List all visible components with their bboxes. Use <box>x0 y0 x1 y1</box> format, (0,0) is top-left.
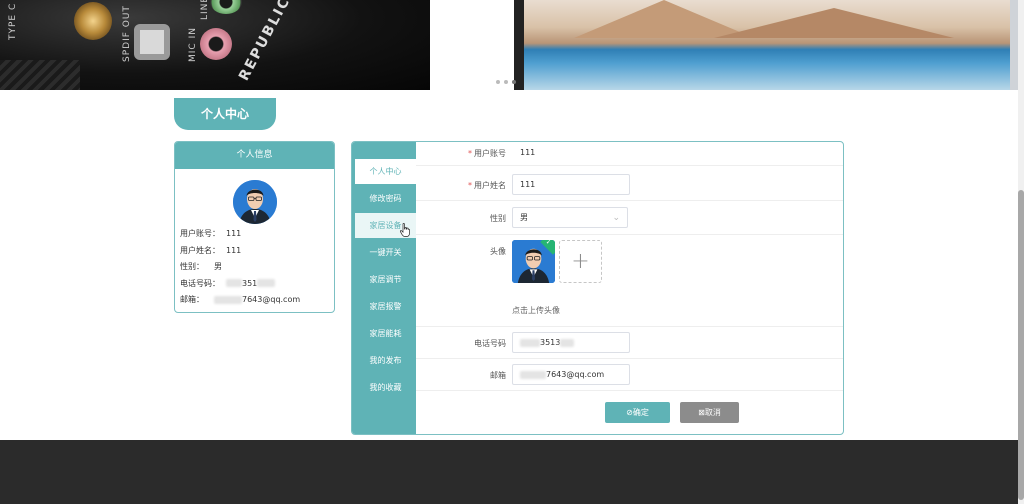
info-row-name: 用户姓名： 111 <box>180 243 330 260</box>
port-label-line: LINE <box>200 0 210 20</box>
name-input[interactable]: 111 <box>512 174 630 195</box>
brand-text: REPUBLIC OF <box>236 0 309 84</box>
info-value: 男 <box>214 262 222 271</box>
check-icon: ✓ <box>545 240 552 246</box>
info-key: 性别： <box>180 262 204 271</box>
carousel-dot-active[interactable] <box>512 80 516 84</box>
avatar-preview[interactable]: ✓ <box>512 240 555 283</box>
upload-button[interactable]: + <box>559 240 602 283</box>
name-label-text: 用户姓名 <box>474 181 506 190</box>
audio-jack-gold <box>74 2 112 40</box>
info-key: 用户姓名： <box>180 245 220 255</box>
email-input[interactable]: 7643@qq.com <box>512 364 630 385</box>
info-key: 用户账号： <box>180 229 220 238</box>
page-scrollbar[interactable] <box>1018 0 1024 504</box>
port-label-typec: TYPE C <box>8 2 18 40</box>
hand-cursor-icon <box>400 223 410 237</box>
divider <box>416 200 843 201</box>
menu-item-energy[interactable]: 家居能耗 <box>355 321 416 346</box>
avatar <box>233 180 277 224</box>
gender-select-value: 男 <box>520 213 528 222</box>
carousel-dot[interactable] <box>496 80 500 84</box>
info-key: 电话号码： <box>180 278 220 288</box>
info-row-account: 用户账号： 111 <box>180 226 330 243</box>
info-key: 邮箱： <box>180 295 204 304</box>
carousel-indicators[interactable] <box>496 80 516 84</box>
divider <box>416 234 843 235</box>
info-card-header: 个人信息 <box>175 142 334 169</box>
carousel-dot[interactable] <box>504 80 508 84</box>
port-label-spdif: SPDIF OUT <box>122 5 132 62</box>
avatar-photo-icon <box>233 180 277 224</box>
menu-item-my-favorites[interactable]: 我的收藏 <box>355 375 416 400</box>
email-input-value: 7643@qq.com <box>546 370 605 379</box>
divider <box>416 390 843 391</box>
page-footer <box>0 440 1018 504</box>
phone-input-value: 3513 <box>540 338 561 347</box>
info-value: 7643@qq.com <box>242 295 301 304</box>
banner-image-motherboard: TYPE C SPDIF OUT MIC IN LINE REPUBLIC OF <box>0 0 430 90</box>
menu-item-personal-center[interactable]: 个人中心 <box>355 159 416 184</box>
redacted-blur <box>520 338 540 347</box>
chevron-down-icon: ⌄ <box>612 213 620 223</box>
audio-jack-pink <box>200 28 232 60</box>
redacted-blur <box>226 279 242 287</box>
side-menu: 个人中心 修改密码 家居设备 一键开关 家居调节 家居报警 家居能耗 我的发布 … <box>352 142 416 434</box>
profile-form: * 用户账号 111 * 用户姓名 111 性别 男 ⌄ 头像 ✓ + 点击上传… <box>416 142 843 434</box>
profile-panel: 个人中心 修改密码 家居设备 一键开关 家居调节 家居报警 家居能耗 我的发布 … <box>351 141 844 435</box>
scrollbar-thumb[interactable] <box>1018 190 1024 500</box>
banner-image-landscape <box>514 0 1018 90</box>
menu-item-my-posts[interactable]: 我的发布 <box>355 348 416 373</box>
plus-icon: + <box>571 249 590 274</box>
info-value: 111 <box>226 245 242 255</box>
name-label: * 用户姓名 <box>416 180 506 191</box>
mountain-shape <box>714 8 954 38</box>
divider <box>416 358 843 359</box>
heatsink-stripes <box>0 60 80 90</box>
redacted-blur <box>560 338 575 347</box>
required-mark: * <box>468 181 472 190</box>
email-label: 邮箱 <box>490 371 506 380</box>
upload-tip: 点击上传头像 <box>512 306 560 315</box>
banner-gap <box>430 0 514 90</box>
menu-item-change-password[interactable]: 修改密码 <box>355 186 416 211</box>
menu-item-one-key-switch[interactable]: 一键开关 <box>355 240 416 265</box>
info-row-phone: 电话号码： 351 <box>180 276 330 293</box>
redacted-blur <box>257 279 276 287</box>
cancel-button[interactable]: ⊠取消 <box>680 402 739 423</box>
divider <box>416 165 843 166</box>
confirm-button[interactable]: ⊘确定 <box>605 402 670 423</box>
info-row-gender: 性别： 男 <box>180 259 330 276</box>
gender-select[interactable]: 男 ⌄ <box>512 207 628 228</box>
port-label-mic: MIC IN <box>188 27 198 62</box>
spdif-port <box>134 24 170 60</box>
phone-input[interactable]: 3513 <box>512 332 630 353</box>
banner-carousel[interactable]: TYPE C SPDIF OUT MIC IN LINE REPUBLIC OF <box>0 0 1018 90</box>
account-value: 111 <box>520 148 536 157</box>
gender-label: 性别 <box>490 214 506 223</box>
redacted-blur <box>520 370 546 379</box>
mountain-shape <box>574 0 754 38</box>
info-rows: 用户账号： 111 用户姓名： 111 性别： 男 电话号码： 351 邮箱： 7643@… <box>180 226 330 309</box>
required-mark: * <box>468 149 472 158</box>
info-value: 111 <box>226 229 242 238</box>
redacted-blur <box>214 295 242 304</box>
phone-label: 电话号码 <box>474 339 506 348</box>
personal-info-card: 个人信息 用户账号： 111 用户姓名： 111 性别： 男 电话号码： 351 … <box>174 141 335 313</box>
info-value: 351 <box>242 278 258 288</box>
monitor-bezel-right <box>1010 0 1018 90</box>
audio-jack-green <box>210 0 242 14</box>
menu-item-home-alarm[interactable]: 家居报警 <box>355 294 416 319</box>
avatar-label: 头像 <box>490 247 506 256</box>
account-label: * 用户账号 <box>416 148 506 159</box>
page-title: 个人中心 <box>174 98 276 130</box>
account-label-text: 用户账号 <box>474 149 506 158</box>
divider <box>416 326 843 327</box>
monitor-bezel-left <box>514 0 524 90</box>
menu-item-home-adjust[interactable]: 家居调节 <box>355 267 416 292</box>
info-row-email: 邮箱： 7643@qq.com <box>180 292 330 309</box>
page: TYPE C SPDIF OUT MIC IN LINE REPUBLIC OF… <box>0 0 1024 504</box>
